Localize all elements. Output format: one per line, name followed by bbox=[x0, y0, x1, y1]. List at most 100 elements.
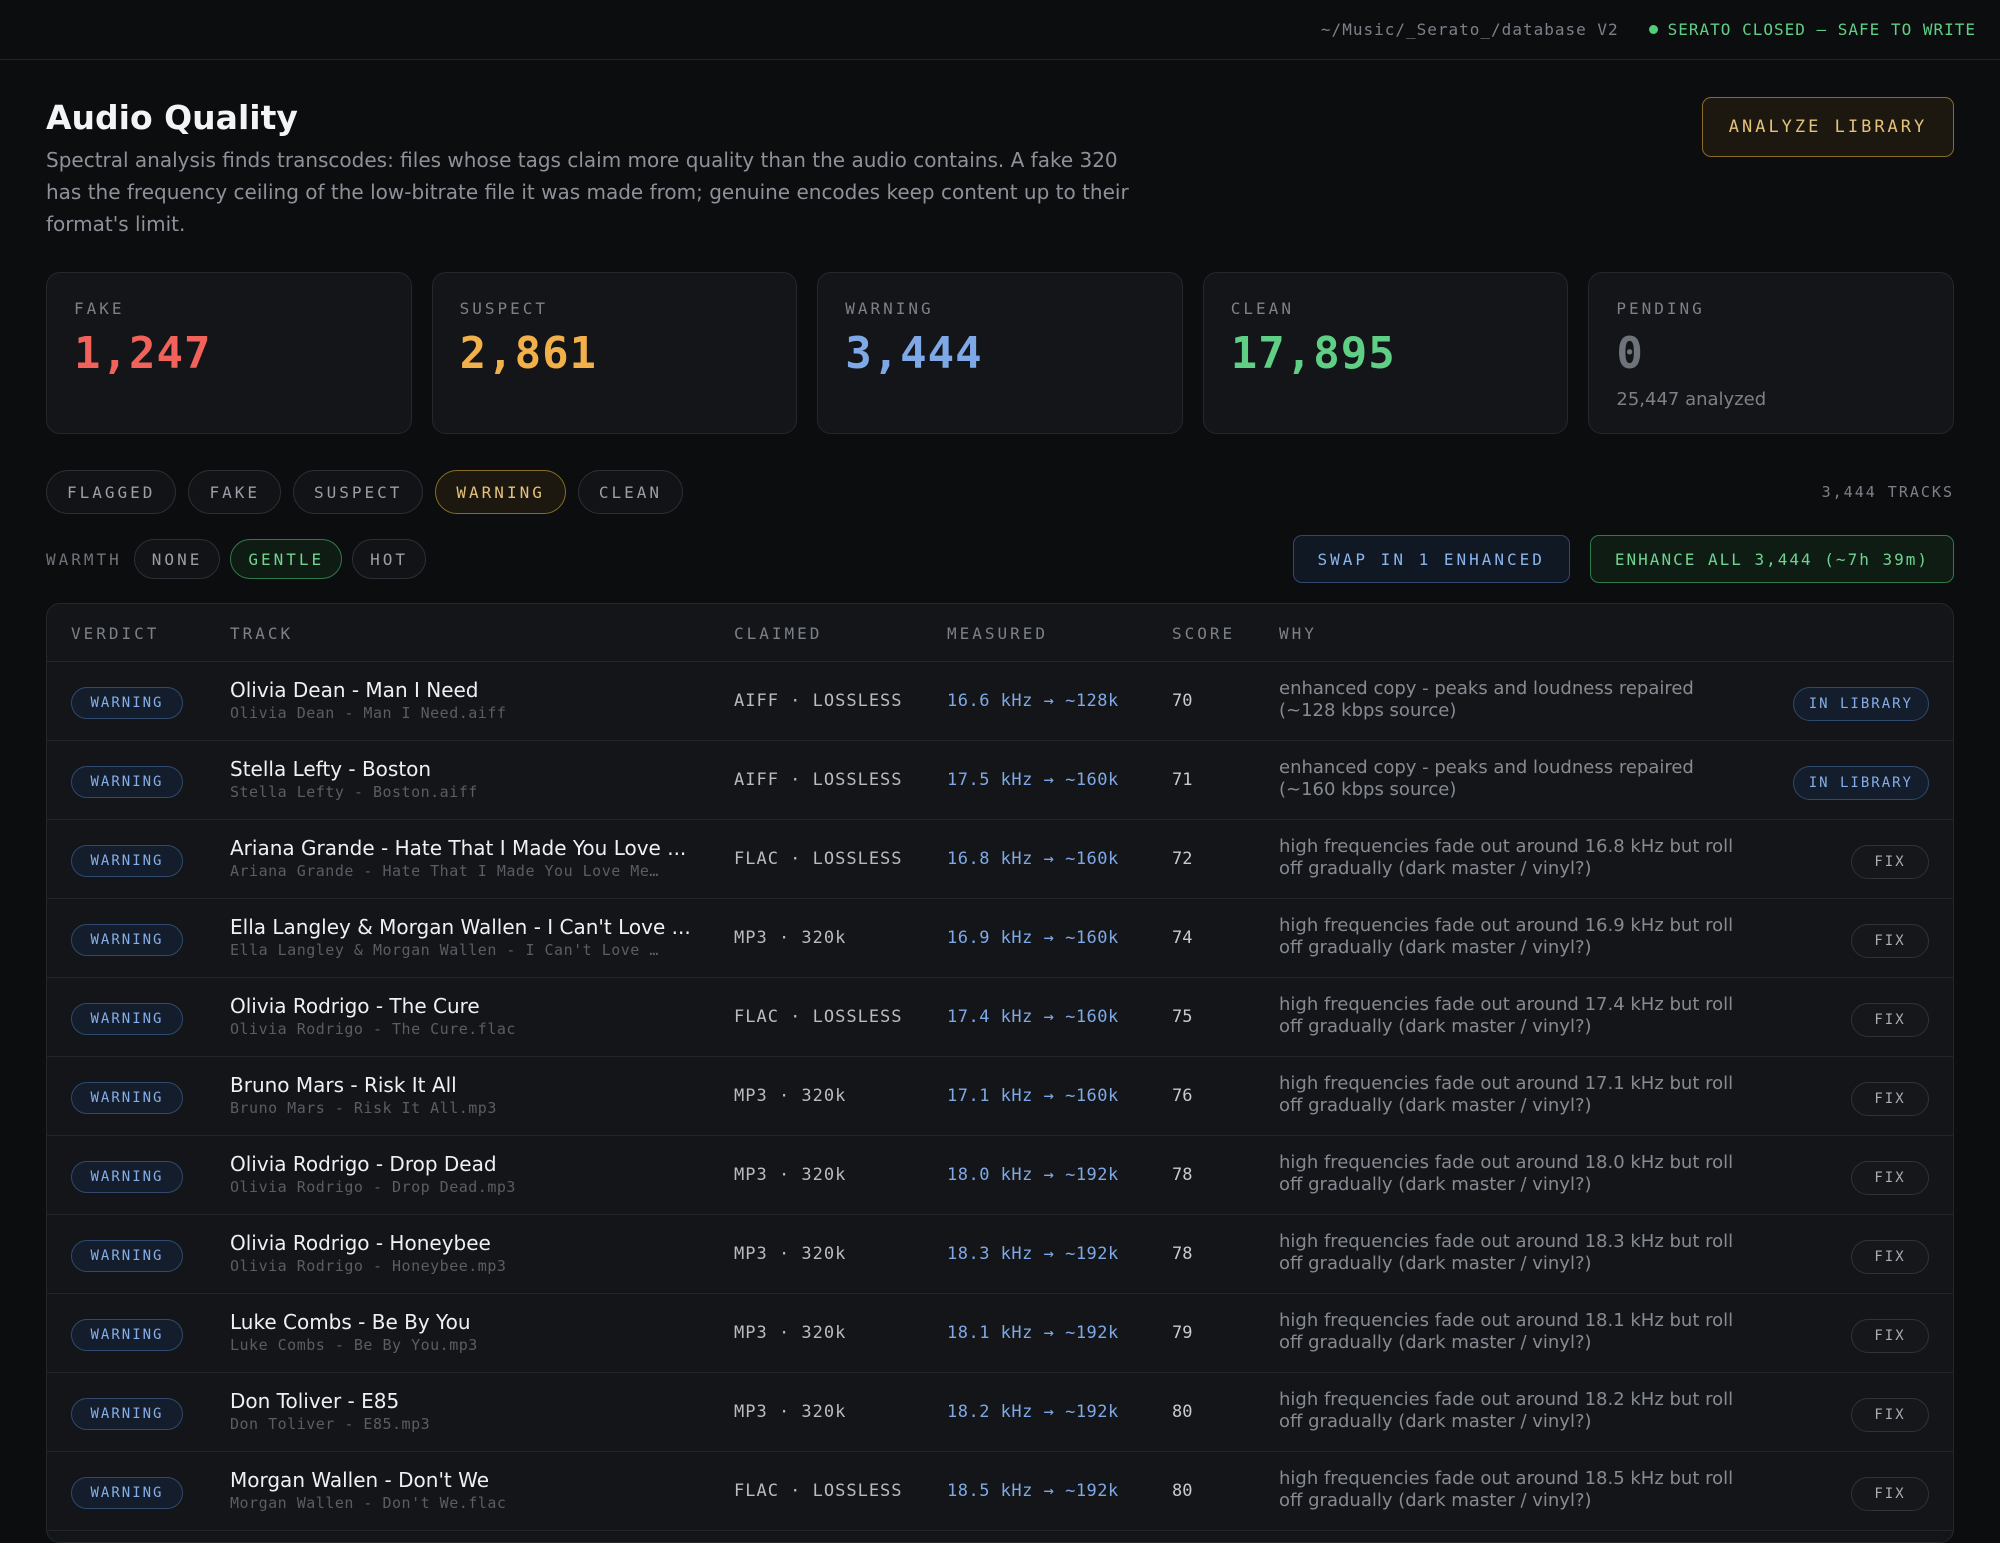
header-claimed[interactable]: CLAIMED bbox=[734, 624, 822, 643]
top-bar: ~/Music/_Serato_/database V2 SERATO CLOS… bbox=[0, 0, 2000, 60]
stat-sub: 25,447 analyzed bbox=[1616, 389, 1767, 410]
filter-suspect[interactable]: SUSPECT bbox=[292, 470, 424, 514]
claimed-format: FLAC · LOSSLESS bbox=[734, 1481, 903, 1501]
fix-button[interactable]: FIX bbox=[1851, 1082, 1929, 1116]
fix-button[interactable]: FIX bbox=[1851, 1240, 1929, 1274]
stat-label: FAKE bbox=[74, 299, 125, 318]
warmth-none[interactable]: NONE bbox=[133, 539, 221, 579]
quality-score: 80 bbox=[1172, 1402, 1193, 1422]
track-filename: Stella Lefty - Boston.aiff bbox=[230, 783, 478, 801]
verdict-reason: high frequencies fade out around 17.4 kH… bbox=[1279, 994, 1734, 1037]
measured-ceiling: 17.5 kHz → ~160k bbox=[947, 770, 1119, 790]
verdict-badge: WARNING bbox=[71, 845, 183, 877]
fix-button[interactable]: FIX bbox=[1851, 1319, 1929, 1353]
warmth-gentle[interactable]: GENTLE bbox=[230, 539, 343, 579]
verdict-reason: high frequencies fade out around 18.0 kH… bbox=[1279, 1152, 1734, 1195]
swap-in-enhanced-button[interactable]: SWAP IN 1 ENHANCED bbox=[1292, 535, 1570, 583]
claimed-format: MP3 · 320k bbox=[734, 1165, 847, 1185]
measured-ceiling: 16.9 kHz → ~160k bbox=[947, 928, 1119, 948]
stat-label: PENDING bbox=[1616, 299, 1705, 318]
measured-ceiling: 18.5 kHz → ~192k bbox=[947, 1481, 1119, 1501]
stat-value: 1,247 bbox=[74, 328, 212, 379]
fix-button[interactable]: FIX bbox=[1851, 845, 1929, 879]
track-title: Olivia Rodrigo - The Cure bbox=[230, 994, 480, 1018]
warmth-bar: WARMTH NONE GENTLE HOT SWAP IN 1 ENHANCED … bbox=[46, 535, 1954, 583]
track-count: 3,444 TRACKS bbox=[1821, 483, 1954, 501]
stat-card-fake: FAKE 1,247 bbox=[46, 272, 412, 434]
claimed-format: MP3 · 320k bbox=[734, 1244, 847, 1264]
track-title: Stella Lefty - Boston bbox=[230, 757, 432, 781]
verdict-badge: WARNING bbox=[71, 766, 183, 798]
claimed-format: FLAC · LOSSLESS bbox=[734, 849, 903, 869]
track-title: Morgan Wallen - Don't We bbox=[230, 1468, 490, 1492]
measured-ceiling: 18.3 kHz → ~192k bbox=[947, 1244, 1119, 1264]
measured-ceiling: 16.6 kHz → ~128k bbox=[947, 691, 1119, 711]
database-path: ~/Music/_Serato_/database V2 bbox=[1320, 20, 1619, 39]
warmth-hot[interactable]: HOT bbox=[352, 539, 427, 579]
analyze-library-button[interactable]: ANALYZE LIBRARY bbox=[1702, 97, 1954, 157]
fix-button[interactable]: FIX bbox=[1851, 1161, 1929, 1195]
filter-clean[interactable]: CLEAN bbox=[577, 470, 684, 514]
table-row[interactable]: WARNING Don Toliver - E85 Don Toliver - E8… bbox=[47, 1373, 1953, 1452]
header-measured[interactable]: MEASURED bbox=[947, 624, 1048, 643]
page-description: Spectral analysis finds transcodes: file… bbox=[46, 148, 1129, 236]
verdict-badge: WARNING bbox=[71, 924, 183, 956]
track-filename: Olivia Dean - Man I Need.aiff bbox=[230, 704, 507, 722]
header-verdict[interactable]: VERDICT bbox=[71, 624, 159, 643]
fix-button[interactable]: FIX bbox=[1851, 1398, 1929, 1432]
stat-value: 3,444 bbox=[845, 328, 983, 379]
verdict-reason: enhanced copy - peaks and loudness repai… bbox=[1279, 757, 1694, 800]
stat-value: 0 bbox=[1616, 328, 1644, 379]
stat-label: WARNING bbox=[845, 299, 934, 318]
track-filename: Bruno Mars - Risk It All.mp3 bbox=[230, 1099, 497, 1117]
track-title: Ella Langley & Morgan Wallen - I Can't L… bbox=[230, 915, 691, 939]
measured-ceiling: 18.0 kHz → ~192k bbox=[947, 1165, 1119, 1185]
table-row[interactable]: WARNING Stella Lefty - Boston Stella Lefty… bbox=[47, 741, 1953, 820]
table-row[interactable]: WARNING Olivia Rodrigo - Drop Dead Olivia … bbox=[47, 1136, 1953, 1215]
table-row[interactable]: WARNING Olivia Dean - Man I Need Olivia De… bbox=[47, 662, 1953, 741]
quality-score: 72 bbox=[1172, 849, 1193, 869]
table-row[interactable]: WARNING Olivia Rodrigo - Honeybee Olivia R… bbox=[47, 1215, 1953, 1294]
header-why[interactable]: WHY bbox=[1279, 624, 1317, 643]
fix-button[interactable]: FIX bbox=[1851, 1003, 1929, 1037]
track-title: Bruno Mars - Risk It All bbox=[230, 1073, 457, 1097]
quality-score: 74 bbox=[1172, 928, 1193, 948]
fix-button[interactable]: FIX bbox=[1851, 1477, 1929, 1511]
fix-button[interactable]: FIX bbox=[1851, 924, 1929, 958]
warmth-label: WARMTH bbox=[46, 549, 122, 569]
measured-ceiling: 17.4 kHz → ~160k bbox=[947, 1007, 1119, 1027]
table-row[interactable]: WARNING Bruno Mars - Risk It All Bruno Mar… bbox=[47, 1057, 1953, 1136]
track-filename: Don Toliver - E85.mp3 bbox=[230, 1415, 431, 1433]
in-library-badge[interactable]: IN LIBRARY bbox=[1792, 687, 1929, 721]
verdict-reason: high frequencies fade out around 18.2 kH… bbox=[1279, 1389, 1734, 1432]
table-row[interactable]: WARNING Morgan Wallen - Don't We Morgan Wa… bbox=[47, 1452, 1953, 1531]
table-row[interactable]: WARNING Ariana Grande - Hate That I Made … bbox=[47, 820, 1953, 899]
verdict-reason: high frequencies fade out around 18.5 kH… bbox=[1279, 1468, 1734, 1511]
claimed-format: MP3 · 320k bbox=[734, 1086, 847, 1106]
filter-warning[interactable]: WARNING bbox=[435, 470, 566, 514]
track-title: Olivia Dean - Man I Need bbox=[230, 678, 479, 702]
table-row[interactable]: WARNING Luke Combs - Be By You Luke Combs … bbox=[47, 1294, 1953, 1373]
enhance-all-button[interactable]: ENHANCE ALL 3,444 (~7h 39m) bbox=[1589, 535, 1954, 583]
filter-fake[interactable]: FAKE bbox=[188, 470, 281, 514]
table-row[interactable]: WARNING Ella Langley & Morgan Wallen - I … bbox=[47, 899, 1953, 978]
measured-ceiling: 18.2 kHz → ~192k bbox=[947, 1402, 1119, 1422]
verdict-reason: enhanced copy - peaks and loudness repai… bbox=[1279, 678, 1694, 721]
filter-flagged[interactable]: FLAGGED bbox=[46, 470, 177, 514]
track-title: Olivia Rodrigo - Drop Dead bbox=[230, 1152, 497, 1176]
in-library-badge[interactable]: IN LIBRARY bbox=[1792, 766, 1929, 800]
quality-score: 79 bbox=[1172, 1323, 1193, 1343]
verdict-reason: high frequencies fade out around 18.3 kH… bbox=[1279, 1231, 1734, 1274]
status-dot-icon bbox=[1648, 25, 1658, 34]
table-body: WARNING Olivia Dean - Man I Need Olivia De… bbox=[47, 662, 1953, 1531]
claimed-format: MP3 · 320k bbox=[734, 1323, 847, 1343]
stat-card-suspect: SUSPECT 2,861 bbox=[431, 272, 798, 434]
claimed-format: MP3 · 320k bbox=[734, 1402, 847, 1422]
verdict-badge: WARNING bbox=[71, 687, 183, 719]
header-score[interactable]: SCORE bbox=[1172, 624, 1235, 643]
table-row[interactable]: WARNING Olivia Rodrigo - The Cure Olivia R… bbox=[47, 978, 1953, 1057]
track-title: Olivia Rodrigo - Honeybee bbox=[230, 1231, 491, 1255]
header-track[interactable]: TRACK bbox=[230, 624, 293, 643]
verdict-badge: WARNING bbox=[71, 1240, 183, 1272]
track-filename: Olivia Rodrigo - Honeybee.mp3 bbox=[230, 1257, 507, 1275]
